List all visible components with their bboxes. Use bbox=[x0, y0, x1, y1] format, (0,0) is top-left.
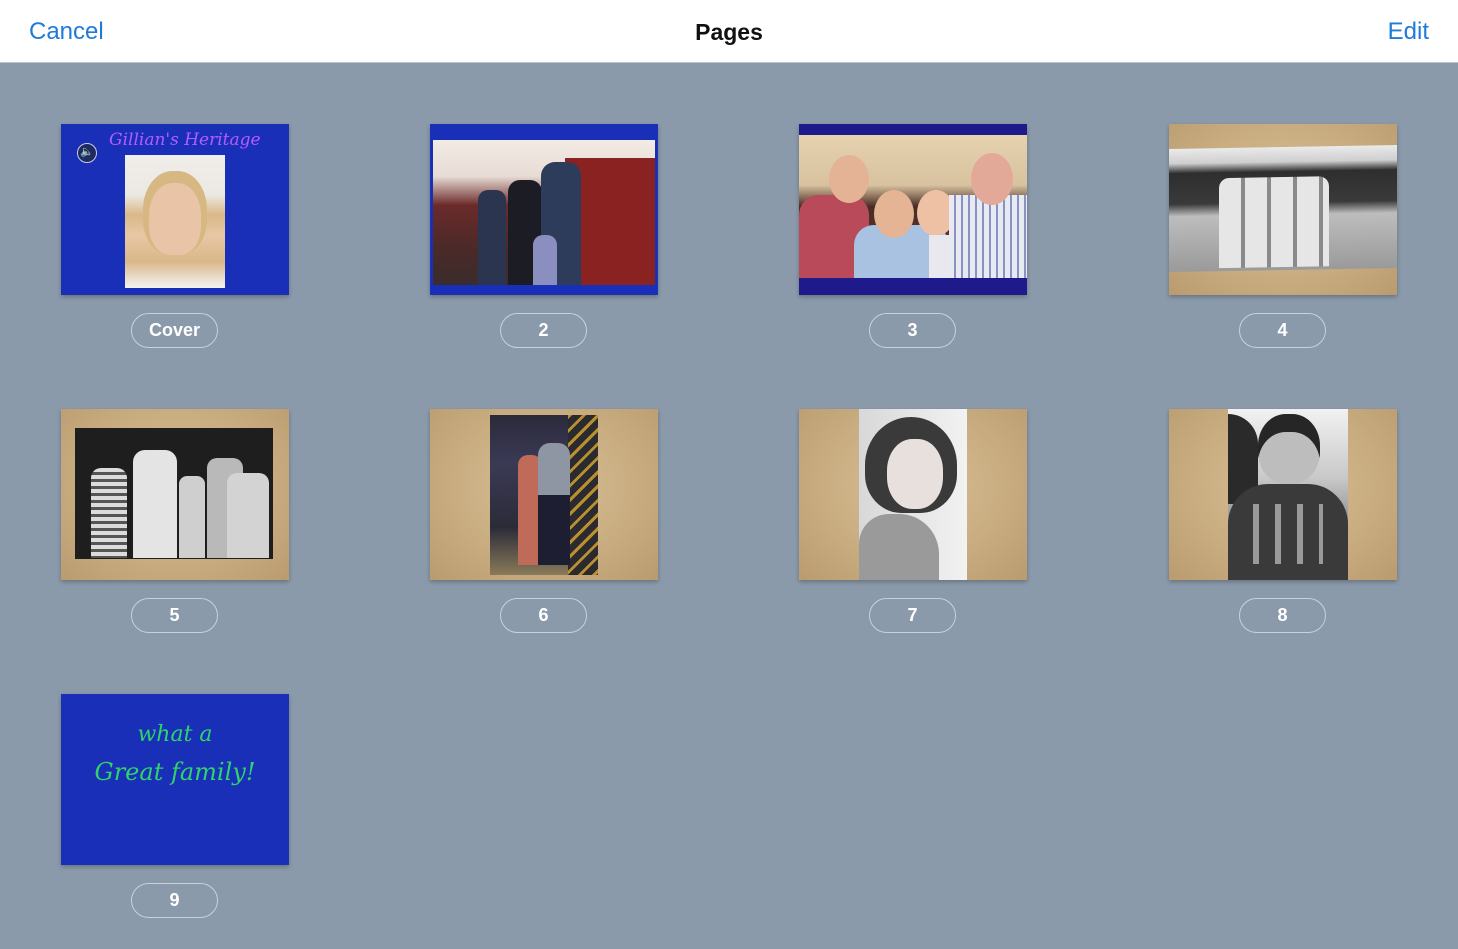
vintage-bench-family-photo bbox=[75, 428, 273, 559]
page-thumbnail[interactable] bbox=[61, 409, 289, 580]
navigation-bar: Cancel Pages Edit bbox=[0, 0, 1458, 63]
ending-text-line-1: what a bbox=[137, 722, 213, 747]
page-label-pill[interactable]: Cover bbox=[131, 313, 218, 348]
page-label-pill[interactable]: 8 bbox=[1239, 598, 1326, 633]
page-thumbnail[interactable] bbox=[1169, 409, 1397, 580]
girl-portrait-photo bbox=[125, 155, 225, 288]
vintage-group-photo bbox=[1169, 145, 1397, 272]
page-thumbnail[interactable] bbox=[799, 124, 1027, 295]
family-outdoor-photo bbox=[433, 140, 655, 285]
page-thumbnail[interactable] bbox=[799, 409, 1027, 580]
page-label-pill[interactable]: 3 bbox=[869, 313, 956, 348]
couple-on-staircase-photo bbox=[490, 415, 598, 575]
page-label-pill[interactable]: 2 bbox=[500, 313, 587, 348]
ending-text-line-2: Great family! bbox=[94, 758, 256, 786]
page-thumbnail[interactable] bbox=[430, 409, 658, 580]
grandparents-with-kids-photo bbox=[799, 135, 1027, 278]
page-label-pill[interactable]: 6 bbox=[500, 598, 587, 633]
page-thumbnail[interactable]: 🔈 Gillian's Heritage bbox=[61, 124, 289, 295]
vintage-pilot-portrait-photo bbox=[1228, 409, 1348, 580]
page-label-pill[interactable]: 4 bbox=[1239, 313, 1326, 348]
cover-title-text: Gillian's Heritage bbox=[109, 130, 261, 150]
page-title: Pages bbox=[695, 19, 763, 45]
speaker-icon[interactable]: 🔈 bbox=[77, 143, 97, 163]
vintage-woman-portrait-photo bbox=[859, 409, 967, 580]
page-thumbnail[interactable]: what a Great family! bbox=[61, 694, 289, 865]
page-label-pill[interactable]: 9 bbox=[131, 883, 218, 918]
page-label-pill[interactable]: 7 bbox=[869, 598, 956, 633]
page-thumbnail[interactable] bbox=[1169, 124, 1397, 295]
page-thumbnail[interactable] bbox=[430, 124, 658, 295]
edit-button[interactable]: Edit bbox=[1388, 17, 1429, 47]
page-label-pill[interactable]: 5 bbox=[131, 598, 218, 633]
